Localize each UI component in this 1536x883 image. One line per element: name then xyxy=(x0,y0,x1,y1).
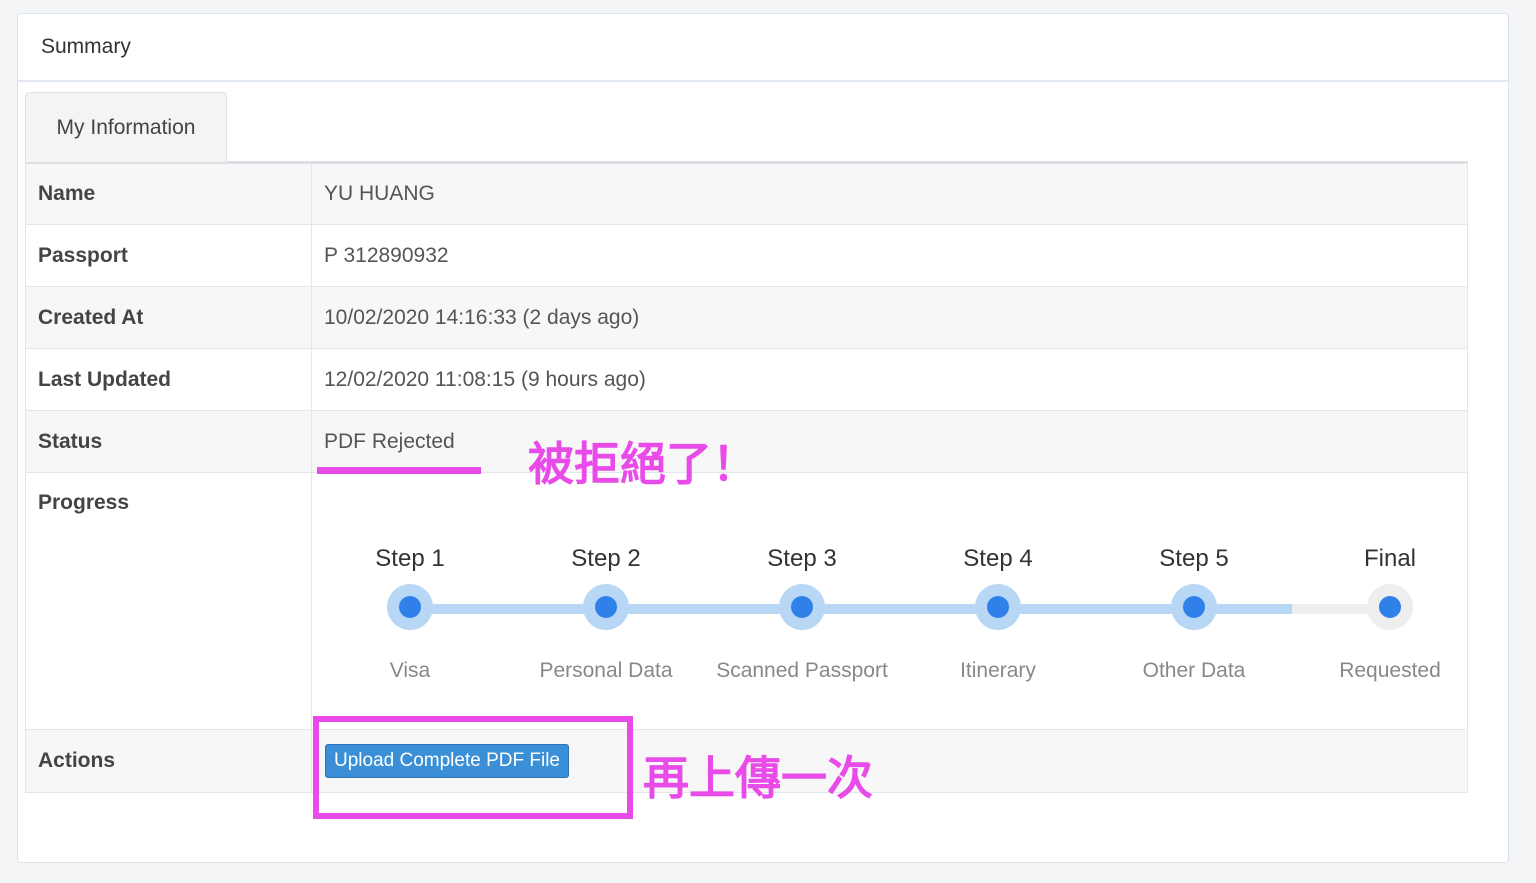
panel-title: Summary xyxy=(18,14,1508,82)
step-title: Step 5 xyxy=(1159,545,1229,572)
row-value-status-cell: PDF Rejected xyxy=(311,410,1468,474)
step-dot xyxy=(583,584,629,630)
step-title: Step 2 xyxy=(571,545,641,572)
tab-my-information[interactable]: My Information xyxy=(25,92,227,162)
step-label: Other Data xyxy=(1142,659,1246,682)
step-title: Step 1 xyxy=(375,545,445,572)
progress-step: Step 3 Scanned Passport xyxy=(704,473,900,729)
table-row: Created At 10/02/2020 14:16:33 (2 days a… xyxy=(25,286,1468,349)
progress-cell: Step 1 Visa Step 2 Personal Data Step 3 Scann… xyxy=(311,472,1488,730)
step-title: Final xyxy=(1363,545,1417,572)
table-row: Passport P 312890932 xyxy=(25,224,1468,287)
step-title: Step 3 xyxy=(767,545,837,572)
table-row: Name YU HUANG xyxy=(25,161,1468,225)
row-label-updated: Last Updated xyxy=(25,348,312,411)
status-value: PDF Rejected xyxy=(324,429,455,453)
status-value-wrap: PDF Rejected xyxy=(317,429,481,474)
row-value-updated: 12/02/2020 11:08:15 (9 hours ago) xyxy=(311,348,1468,411)
step-dot xyxy=(387,584,433,630)
step-title: Step 4 xyxy=(963,545,1033,572)
step-dot xyxy=(1367,584,1413,630)
row-value-created: 10/02/2020 14:16:33 (2 days ago) xyxy=(311,286,1468,349)
row-value-name: YU HUANG xyxy=(311,161,1468,225)
row-label-created: Created At xyxy=(25,286,312,349)
step-label: Visa xyxy=(389,659,431,682)
row-label-actions: Actions xyxy=(25,729,312,793)
progress-step: Step 2 Personal Data xyxy=(508,473,704,729)
progress-stepper: Step 1 Visa Step 2 Personal Data Step 3 Scann… xyxy=(312,473,1488,729)
row-value-passport: P 312890932 xyxy=(311,224,1468,287)
annotation-status-note: 被拒絕了！ xyxy=(528,437,758,491)
step-label: Requested xyxy=(1339,659,1441,682)
progress-step: Final Requested xyxy=(1292,473,1488,729)
step-dot-center xyxy=(1183,596,1205,618)
step-dot xyxy=(1171,584,1217,630)
row-label-name: Name xyxy=(25,161,312,225)
step-label: Itinerary xyxy=(960,659,1036,682)
step-dot xyxy=(975,584,1021,630)
progress-step: Step 4 Itinerary xyxy=(900,473,1096,729)
step-dot-center xyxy=(791,596,813,618)
step-dot xyxy=(779,584,825,630)
step-dot-center xyxy=(399,596,421,618)
progress-step: Step 5 Other Data xyxy=(1096,473,1292,729)
row-label-status: Status xyxy=(25,410,312,473)
step-label: Scanned Passport xyxy=(716,659,888,682)
step-dot-center xyxy=(987,596,1009,618)
step-dot-center xyxy=(1379,596,1401,618)
step-label: Personal Data xyxy=(539,659,673,682)
step-dot-center xyxy=(595,596,617,618)
actions-cell: Upload Complete PDF File xyxy=(311,729,1468,793)
annotation-action-note: 再上傳一次 xyxy=(643,751,873,805)
row-label-passport: Passport xyxy=(25,224,312,287)
row-label-progress: Progress xyxy=(25,472,312,730)
upload-pdf-button[interactable]: Upload Complete PDF File xyxy=(325,744,569,778)
progress-step: Step 1 Visa xyxy=(312,473,508,729)
table-row: Progress Step 1 Visa Step 2 Personal Data St… xyxy=(25,472,1488,730)
table-row: Last Updated 12/02/2020 11:08:15 (9 hour… xyxy=(25,348,1468,411)
